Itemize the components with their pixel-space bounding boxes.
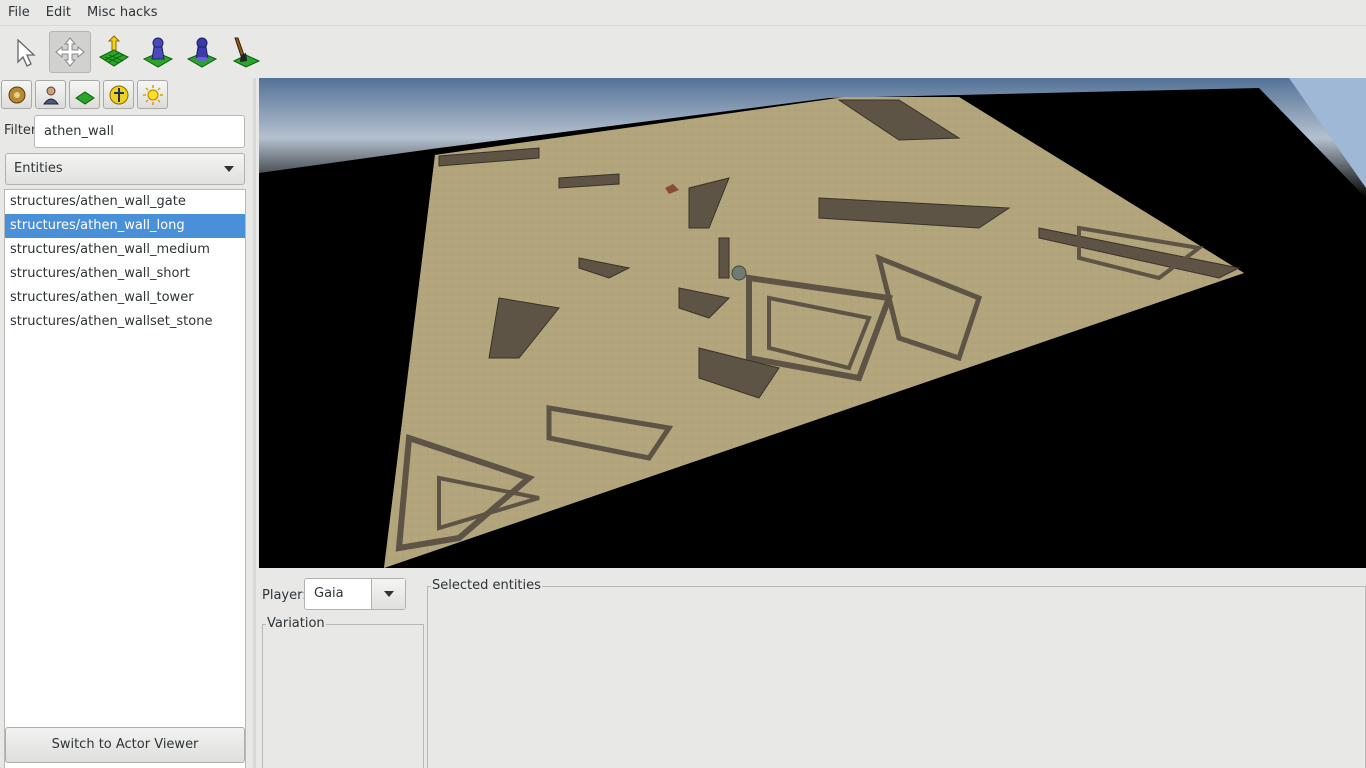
map-viewport[interactable] — [259, 78, 1366, 568]
player-tab[interactable] — [35, 80, 66, 109]
player-object-icon — [186, 37, 218, 68]
list-item[interactable]: structures/athen_wallset_stone — [5, 310, 245, 334]
panel-tabs — [1, 80, 171, 109]
left-panel: Filter Entities structures/athen_wall_ga… — [0, 78, 252, 768]
place-object-button[interactable] — [137, 31, 179, 73]
filter-input[interactable] — [34, 115, 245, 148]
filter-label: Filter — [4, 123, 37, 138]
select-tool-button[interactable] — [5, 31, 47, 73]
entity-type-combo[interactable]: Entities — [5, 153, 245, 185]
map-settings-icon — [8, 86, 25, 103]
circular-structure — [731, 265, 747, 281]
player-value: Gaia — [314, 586, 344, 601]
object-tab[interactable] — [103, 80, 134, 109]
chevron-down-icon — [224, 166, 234, 172]
player-object-button[interactable] — [181, 31, 223, 73]
player-icon — [42, 86, 59, 104]
bottom-panel: Player: Gaia Variation Selected entities — [256, 572, 1366, 768]
entity-list[interactable]: structures/athen_wall_gate structures/at… — [4, 189, 246, 768]
main-toolbar — [0, 27, 1366, 77]
switch-to-actor-viewer-button[interactable]: Switch to Actor Viewer — [5, 727, 245, 763]
variation-label: Variation — [266, 616, 326, 632]
list-item[interactable]: structures/athen_wall_medium — [5, 238, 245, 262]
terrain-elevation-button[interactable] — [93, 31, 135, 73]
player-label: Player: — [262, 588, 307, 603]
entity-type-value: Entities — [14, 161, 63, 176]
terrain-tab[interactable] — [69, 80, 100, 109]
paint-tool-button[interactable] — [225, 31, 267, 73]
paint-brush-icon — [232, 37, 261, 68]
environment-icon — [142, 84, 163, 105]
object-icon — [109, 85, 128, 104]
menu-edit[interactable]: Edit — [38, 0, 79, 26]
player-combo[interactable]: Gaia — [304, 578, 406, 610]
menu-file[interactable]: File — [0, 0, 38, 26]
list-item-selected[interactable]: structures/athen_wall_long — [5, 214, 245, 238]
place-object-icon — [142, 37, 174, 68]
move-arrows-icon — [55, 37, 85, 67]
selected-entities-label: Selected entities — [431, 578, 542, 594]
map-settings-tab[interactable] — [1, 80, 32, 109]
variation-group: Variation — [262, 616, 424, 768]
menu-bar: File Edit Misc hacks — [0, 0, 1366, 26]
terrain-elevation-icon — [98, 35, 130, 67]
select-cursor-icon — [17, 38, 36, 67]
chevron-down-icon[interactable] — [371, 579, 405, 609]
terrain-icon — [74, 90, 95, 105]
list-item[interactable]: structures/athen_wall_gate — [5, 190, 245, 214]
selected-entities-group: Selected entities — [427, 578, 1366, 768]
list-item[interactable]: structures/athen_wall_tower — [5, 286, 245, 310]
environment-tab[interactable] — [137, 80, 168, 109]
menu-misc-hacks[interactable]: Misc hacks — [79, 0, 166, 26]
map-render — [259, 78, 1366, 568]
move-tool-button[interactable] — [49, 31, 91, 73]
list-item[interactable]: structures/athen_wall_short — [5, 262, 245, 286]
